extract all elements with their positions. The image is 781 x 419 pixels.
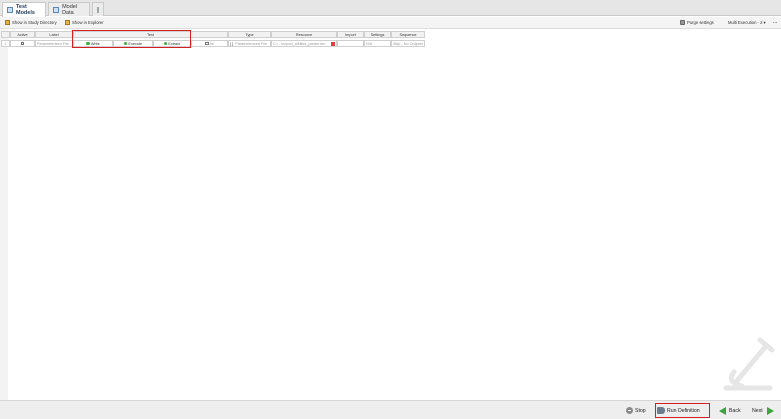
left-margin bbox=[0, 30, 8, 400]
back-button[interactable]: Back bbox=[719, 405, 741, 416]
tab-extra[interactable] bbox=[92, 2, 104, 16]
resource-cell[interactable]: C:\...\export_all\files_param.bin bbox=[271, 40, 337, 47]
row-number-header bbox=[1, 31, 10, 38]
label-cell[interactable]: Parameterized File bbox=[35, 40, 73, 47]
multi-execution-dropdown[interactable]: Multi Execution - 2 ▾ bbox=[728, 20, 766, 25]
folder-icon bbox=[65, 20, 70, 25]
settings-cell[interactable]: N/A bbox=[364, 40, 391, 47]
more-options-button[interactable]: ... bbox=[773, 18, 778, 25]
resource-path: C:\...\export_all\files_param.bin bbox=[273, 41, 326, 46]
grid-icon bbox=[7, 7, 13, 13]
import-cell[interactable] bbox=[337, 40, 364, 47]
sequence-cell[interactable]: Skip - No Outputs bbox=[391, 40, 425, 47]
column-header-resource[interactable]: Resource bbox=[271, 31, 337, 38]
folder-icon bbox=[5, 20, 10, 25]
tab-label: Test Models bbox=[15, 4, 35, 16]
row-number: 1 bbox=[1, 40, 10, 47]
all-toggle[interactable]: All bbox=[191, 40, 228, 47]
tab-bar: Test Models Model Data bbox=[0, 0, 781, 17]
button-label: Back bbox=[729, 407, 741, 414]
stop-icon bbox=[626, 407, 633, 414]
button-label: Stop bbox=[635, 407, 646, 414]
next-button[interactable]: Next bbox=[752, 405, 774, 416]
type-cell[interactable]: [ ] Parameterized File bbox=[228, 40, 271, 47]
column-header-active[interactable]: Active bbox=[10, 31, 35, 38]
dropdown-value: Multi Execution - 2 bbox=[728, 20, 763, 25]
bottom-action-bar: Stop Run Definition Back Next bbox=[0, 400, 781, 419]
tab-model-data[interactable]: Model Data bbox=[48, 2, 90, 16]
button-label: Next bbox=[752, 407, 763, 414]
show-in-study-directory-button[interactable]: Show in Study Directory bbox=[5, 20, 57, 25]
active-checkbox[interactable] bbox=[20, 41, 25, 46]
button-label: Show in Explorer bbox=[72, 20, 104, 25]
arrow-right-icon bbox=[766, 406, 774, 415]
purge-settings-button[interactable]: Purge settings bbox=[680, 20, 714, 25]
test-column-highlight bbox=[72, 30, 191, 48]
toolbar: Show in Study Directory Show in Explorer… bbox=[0, 17, 781, 29]
active-cell bbox=[10, 40, 35, 47]
column-header-type[interactable]: Type bbox=[228, 31, 271, 38]
run-definition-highlight bbox=[655, 403, 710, 418]
gear-icon bbox=[680, 20, 685, 25]
chevron-down-icon: ▾ bbox=[763, 20, 766, 25]
microscope-watermark-icon bbox=[723, 337, 775, 391]
file-browse-icon[interactable] bbox=[331, 41, 335, 46]
column-header-settings[interactable]: Settings bbox=[364, 31, 391, 38]
type-bracket: [ ] bbox=[230, 41, 234, 46]
column-header-import[interactable]: Import bbox=[337, 31, 364, 38]
tab-label: Model Data bbox=[62, 3, 78, 16]
grid-icon bbox=[53, 6, 60, 13]
stop-button[interactable]: Stop bbox=[626, 405, 646, 416]
column-header-label[interactable]: Label bbox=[35, 31, 73, 38]
all-label: All bbox=[209, 41, 214, 46]
show-in-explorer-button[interactable]: Show in Explorer bbox=[65, 20, 104, 25]
table-icon bbox=[97, 6, 99, 13]
tab-test-models[interactable]: Test Models bbox=[2, 2, 46, 17]
column-header-sequence[interactable]: Sequence bbox=[391, 31, 425, 38]
all-checkbox bbox=[205, 41, 209, 46]
button-label: Show in Study Directory bbox=[12, 20, 57, 25]
button-label: Purge settings bbox=[687, 20, 714, 25]
arrow-left-icon bbox=[719, 406, 726, 415]
type-value: Parameterized File bbox=[235, 41, 268, 46]
